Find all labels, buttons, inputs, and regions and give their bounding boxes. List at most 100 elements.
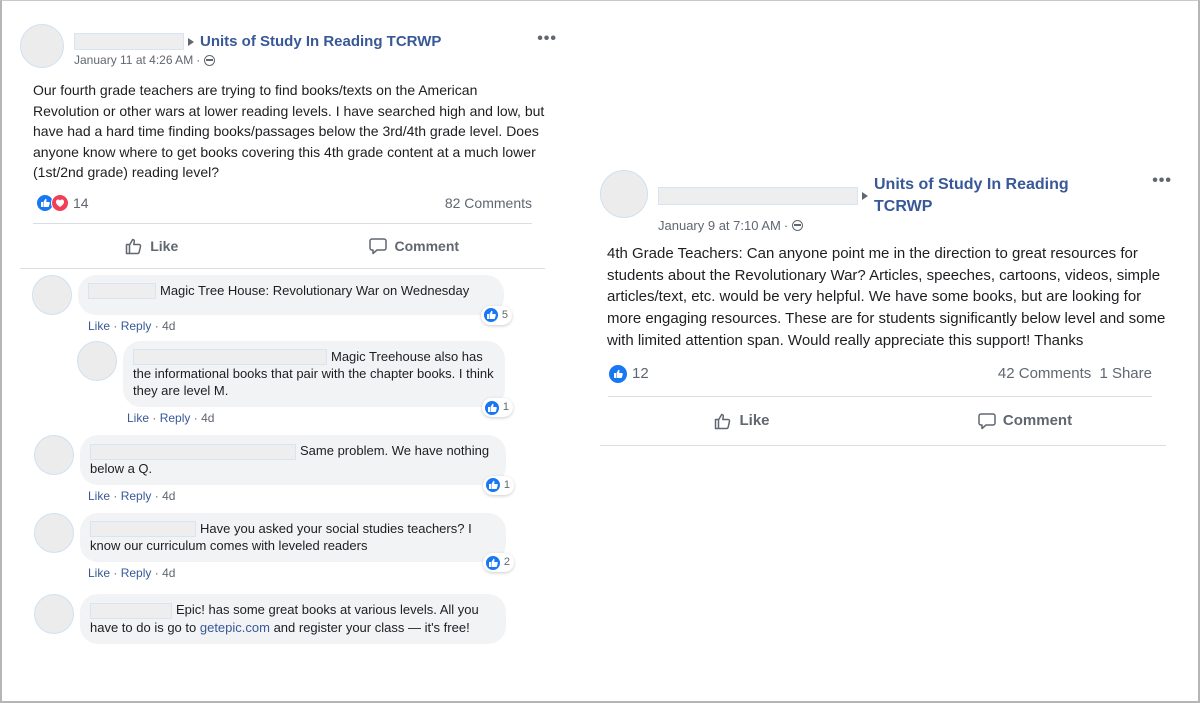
globe-icon[interactable] [204, 54, 216, 66]
comment-age[interactable]: 4d [201, 411, 214, 425]
like-reaction-icon [484, 554, 501, 571]
comment-text: and register your class — it's free! [269, 619, 470, 635]
comment-like-link[interactable]: Like [88, 489, 110, 503]
separator-dot: · [154, 488, 159, 503]
more-options-icon[interactable]: ••• [1152, 172, 1172, 190]
shared-to-arrow-icon [862, 192, 868, 200]
comment-bubble: Magic Tree House: Revolutionary War on W… [78, 274, 512, 325]
redacted-commenter-name[interactable] [88, 283, 156, 300]
love-reaction-icon [51, 193, 69, 212]
comment-reactions[interactable]: 5 [480, 305, 512, 325]
reaction-count: 14 [73, 194, 89, 211]
like-reaction-icon [482, 307, 499, 323]
like-reaction-icon [483, 399, 500, 416]
group-name-link[interactable]: Units of Study In Reading TCRWP [874, 174, 1089, 218]
comment-button[interactable]: Comment [883, 411, 1166, 431]
like-label: Like [150, 237, 179, 254]
like-reaction-icon [484, 477, 501, 494]
redacted-author-name[interactable] [74, 33, 184, 50]
reactions-summary[interactable]: 14 [36, 193, 89, 212]
post-header: Units of Study In Reading TCRWP January … [20, 24, 556, 68]
separator-dot: · [196, 53, 201, 67]
post-timestamp[interactable]: January 11 at 4:26 AM [74, 53, 193, 67]
separator-dot: · [113, 318, 118, 333]
comments-count-link[interactable]: 42 Comments [998, 365, 1091, 382]
post-body: Our fourth grade teachers are trying to … [33, 82, 545, 180]
post-right: Units of Study In Reading TCRWP January … [600, 160, 1171, 446]
comment-like-link[interactable]: Like [88, 319, 110, 333]
comment-button[interactable]: Comment [283, 236, 546, 256]
comment-reactions[interactable]: 2 [482, 553, 514, 573]
comment-reply-link[interactable]: Reply [121, 489, 152, 503]
separator-dot: · [113, 566, 118, 581]
comment-reply-link[interactable]: Reply [121, 566, 152, 580]
like-label: Like [739, 412, 770, 430]
comment-like-link[interactable]: Like [127, 411, 149, 425]
comment-reply-item: Magic Treehouse also has the information… [20, 340, 545, 426]
comment-bubble: Same problem. We have nothing below a Q.… [80, 435, 514, 495]
commenter-avatar[interactable] [32, 274, 72, 315]
reaction-count: 12 [632, 365, 649, 383]
comments-list: Magic Tree House: Revolutionary War on W… [20, 274, 545, 644]
commenter-avatar[interactable] [34, 512, 74, 553]
shares-count-link[interactable]: 1 Share [1099, 365, 1152, 382]
commenter-avatar[interactable] [34, 594, 74, 635]
comment-bubble: Have you asked your social studies teach… [80, 512, 514, 573]
comment-age[interactable]: 4d [162, 566, 175, 580]
author-avatar[interactable] [20, 24, 64, 68]
comment-item: Have you asked your social studies teach… [20, 512, 545, 581]
speech-bubble-icon [369, 237, 388, 254]
author-avatar[interactable] [600, 170, 648, 218]
comment-item: Epic! has some great books at various le… [20, 594, 545, 644]
post-timestamp[interactable]: January 9 at 7:10 AM [658, 218, 781, 233]
redacted-commenter-name[interactable] [90, 521, 196, 538]
separator-dot: · [113, 488, 118, 503]
post-stats: 12 42 Comments 1 Share [600, 363, 1166, 384]
comment-reply-link[interactable]: Reply [121, 319, 152, 333]
redacted-commenter-name[interactable] [133, 349, 327, 366]
comment-reply-link[interactable]: Reply [160, 411, 191, 425]
comment-like-link[interactable]: Like [88, 566, 110, 580]
post-actions: Like Comment [600, 397, 1166, 445]
like-button[interactable]: Like [600, 411, 883, 431]
comment-text: Magic Tree House: Revolutionary War on W… [160, 282, 470, 298]
getepic-link[interactable]: getepic.com [200, 620, 270, 635]
comment-bubble: Magic Treehouse also has the information… [123, 340, 513, 418]
comment-reaction-count: 2 [503, 556, 510, 569]
comment-item: Magic Tree House: Revolutionary War on W… [20, 274, 545, 333]
comment-age[interactable]: 4d [162, 319, 175, 333]
post-header: Units of Study In Reading TCRWP January … [600, 160, 1171, 233]
comment-label: Comment [394, 237, 460, 254]
thumbs-up-icon [125, 238, 142, 254]
comment-reactions[interactable]: 1 [481, 398, 513, 418]
commenter-avatar[interactable] [34, 435, 74, 476]
comment-age[interactable]: 4d [162, 489, 175, 503]
reactions-summary[interactable]: 12 [608, 363, 649, 384]
separator-dot: · [193, 411, 198, 426]
post-actions: Like Comment [20, 224, 545, 268]
comment-reactions[interactable]: 1 [482, 475, 514, 495]
separator-dot: · [783, 218, 789, 233]
post-left: Units of Study In Reading TCRWP January … [20, 24, 556, 644]
like-reaction-icon [608, 363, 628, 384]
redacted-author-name[interactable] [658, 187, 858, 205]
divider [20, 267, 545, 269]
shared-to-arrow-icon [188, 37, 194, 46]
speech-bubble-icon [978, 412, 996, 429]
thumbs-up-icon [715, 413, 731, 429]
like-button[interactable]: Like [20, 236, 283, 256]
separator-dot: · [154, 318, 159, 333]
group-name-link[interactable]: Units of Study In Reading TCRWP [200, 32, 441, 51]
commenter-avatar[interactable] [77, 340, 117, 381]
comment-reaction-count: 1 [502, 401, 509, 414]
redacted-commenter-name[interactable] [90, 602, 172, 619]
post-body: 4th Grade Teachers: Can anyone point me … [607, 245, 1166, 349]
globe-icon[interactable] [792, 220, 804, 231]
redacted-commenter-name[interactable] [90, 443, 296, 460]
comments-count-link[interactable]: 82 Comments [445, 195, 532, 211]
more-options-icon[interactable]: ••• [537, 30, 557, 48]
comment-reaction-count: 5 [501, 308, 508, 321]
comment-label: Comment [1002, 412, 1073, 430]
separator-dot: · [154, 566, 159, 581]
divider [600, 444, 1166, 446]
